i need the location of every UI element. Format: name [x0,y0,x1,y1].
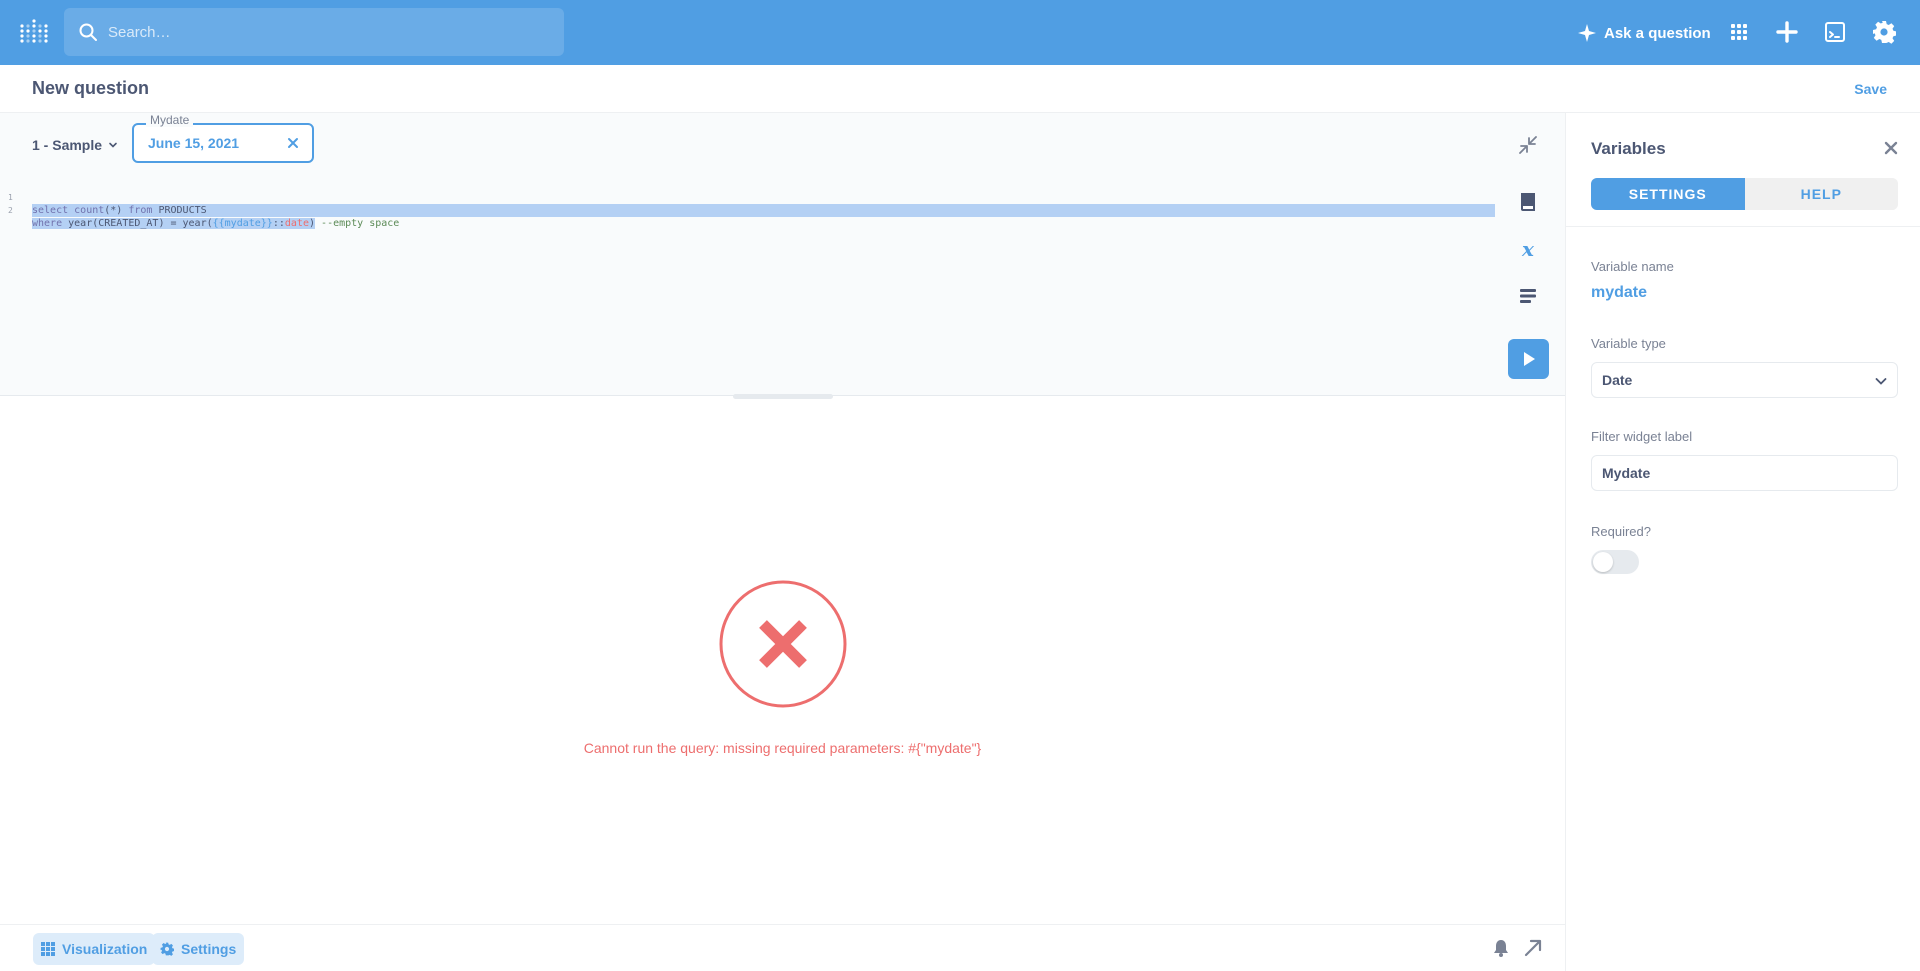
error-icon [719,580,847,708]
ask-question-button[interactable]: Ask a question [1578,18,1711,48]
variable-name-value: mydate [1591,284,1648,301]
native-query-editor: 1 - Sample Mydate June 15, 2021 1 select… [0,113,1565,399]
parameter-value: June 15, 2021 [148,135,240,151]
bell-icon[interactable] [1491,938,1511,958]
data-reference-icon[interactable] [1515,189,1541,215]
code-line-text: where year(CREATED_AT) = year({{mydate}}… [32,218,400,229]
ask-question-label: Ask a question [1604,24,1711,42]
variable-type-label: Variable type [1591,336,1666,351]
svg-text:x: x [1521,237,1535,261]
filter-widget-label-input[interactable]: Mydate [1591,455,1898,491]
tab-settings[interactable]: SETTINGS [1591,178,1745,210]
settings-button[interactable]: Settings [152,933,245,965]
play-icon [1523,352,1535,366]
database-name: 1 - Sample [32,137,103,153]
database-picker[interactable]: 1 - Sample [32,133,118,157]
save-button[interactable]: Save [1854,81,1887,97]
tab-help[interactable]: HELP [1744,178,1898,210]
date-parameter-widget[interactable]: Mydate June 15, 2021 [132,113,314,163]
search-input[interactable]: Search… [64,8,564,56]
collapse-icon[interactable] [1518,135,1538,155]
share-icon[interactable] [1523,938,1543,958]
snippets-icon[interactable] [1515,283,1541,309]
visualization-label: Visualization [62,941,148,957]
sparkle-icon [1578,24,1596,42]
grid-icon[interactable] [1727,20,1751,44]
search-icon [79,23,97,41]
filter-widget-label-value: Mydate [1602,465,1651,481]
sidebar-title: Variables [1591,139,1666,158]
variables-sidebar: Variables SETTINGS HELP Variable name my… [1565,113,1920,971]
chevron-down-icon [1875,378,1887,385]
page-title[interactable]: New question [32,78,149,99]
view-footer: Visualization Settings [0,924,1565,971]
close-icon[interactable] [1883,140,1899,156]
divider [1566,226,1920,227]
top-nav: Search… Ask a question [0,0,1920,65]
settings-label: Settings [181,941,237,957]
required-toggle[interactable] [1591,550,1639,574]
gear-icon [160,942,174,956]
close-icon[interactable] [286,136,300,150]
chevron-down-icon [109,142,117,148]
sql-editor-icon[interactable] [1823,20,1847,44]
plus-icon[interactable] [1775,20,1799,44]
visualization-button[interactable]: Visualization [33,933,156,965]
question-header: New question Save [0,65,1920,113]
code-line: 2 where year(CREATED_AT) = year({{mydate… [0,191,1495,229]
code-line-text: select count(*) from PRODUCTS [32,204,1495,217]
filter-widget-label-label: Filter widget label [1591,429,1693,444]
toggle-knob [1593,552,1613,572]
variable-type-value: Date [1602,372,1633,388]
search-placeholder: Search… [108,23,171,41]
metabase-logo-icon[interactable] [18,18,48,48]
code-line: 1 select count(*) from PRODUCTS [0,178,1495,217]
line-number: 2 [8,206,13,215]
parameter-label: Mydate [146,113,194,127]
variable-name-label: Variable name [1591,259,1674,274]
variables-icon[interactable]: x [1515,236,1541,262]
query-results: Cannot run the query: missing required p… [0,396,1565,924]
sidebar-tabs: SETTINGS HELP [1591,178,1898,210]
variable-type-select[interactable]: Date [1591,362,1898,398]
code-editor[interactable]: 1 select count(*) from PRODUCTS 2 where … [0,178,1495,229]
error-message: Cannot run the query: missing required p… [583,740,982,756]
grid-icon [41,942,55,956]
required-label: Required? [1591,524,1651,539]
gear-icon[interactable] [1872,20,1896,44]
run-query-button[interactable] [1508,339,1549,379]
